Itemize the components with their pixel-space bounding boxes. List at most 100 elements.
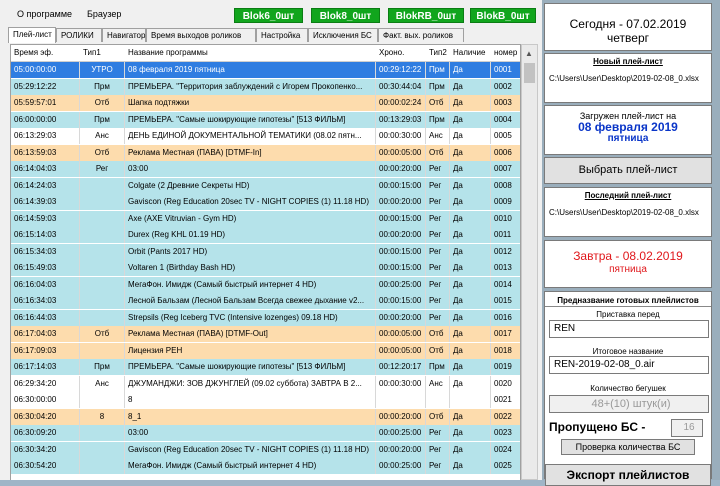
table-row[interactable]: 06:13:59:03 Отб Реклама Местная (ПАВА) [DT…	[11, 144, 520, 161]
table-row[interactable]: 06:30:04:20 8 8_1 00:00:20:00 Отб Да 0022	[11, 408, 520, 425]
col-header-availability[interactable]: Наличие	[450, 45, 491, 61]
blok6-indicator[interactable]: Blok6_0шт	[234, 8, 303, 23]
menu-bar: О программе Браузер Blok6_0шт Blok8_0шт …	[0, 0, 542, 26]
table-row[interactable]: 06:15:14:03 Durex (Reg KHL 01.19 HD) 00:00…	[11, 227, 520, 243]
cell-type1	[80, 458, 125, 474]
cell-number: 0007	[491, 161, 520, 177]
cell-type1	[80, 425, 125, 441]
table-row[interactable]: 06:15:49:03 Voltaren 1 (Birthday Bash HD)…	[11, 260, 520, 276]
playlist-table[interactable]: Время эф. Тип1 Название программы Хроно.…	[10, 44, 521, 480]
table-row[interactable]: 06:30:00:00 8 0021	[11, 392, 520, 408]
blokrb-indicator[interactable]: BlokRB_0шт	[388, 8, 464, 23]
table-row[interactable]: 06:29:34:20 Анс ДЖУМАНДЖИ: ЗОВ ДЖУНГЛЕЙ (0…	[11, 375, 520, 392]
cell-air-time: 06:30:00:00	[11, 392, 80, 408]
cell-type1	[80, 227, 125, 243]
cell-air-time: 06:15:49:03	[11, 260, 80, 276]
cell-title: 03:00	[125, 425, 376, 441]
cell-type2: Рег	[426, 309, 450, 326]
table-row[interactable]: 06:14:39:03 Gaviscon (Reg Education 20sec…	[11, 194, 520, 210]
new-playlist-box: Новый плей-лист C:\Users\User\Desktop\20…	[544, 53, 712, 103]
cell-type1	[80, 441, 125, 458]
cell-availability: Да	[450, 62, 491, 78]
cell-availability: Да	[450, 309, 491, 326]
menu-about[interactable]: О программе	[17, 9, 72, 19]
table-row[interactable]: 06:30:54:20 МегаФон. Имидж (Самый быстрый…	[11, 458, 520, 474]
table-row[interactable]: 06:14:24:03 Colgate (2 Древние Секреты HD…	[11, 177, 520, 194]
cell-number: 0021	[491, 392, 520, 408]
table-row[interactable]: 06:17:14:03 Прм ПРЕМЬЕРА. "Самые шокирующи…	[11, 359, 520, 375]
table-row[interactable]: 05:00:00:00 УТРО 08 февраля 2019 пятница 00…	[11, 62, 520, 78]
prefix-input[interactable]: REN	[549, 320, 709, 338]
col-header-duration[interactable]: Хроно.	[376, 45, 426, 61]
naming-box: Предназвание готовых плейлистов Приставк…	[544, 291, 712, 486]
table-row[interactable]: 06:17:04:03 Отб Реклама Местная (ПАВА) [DT…	[11, 326, 520, 342]
table-row[interactable]: 06:13:29:03 Анс ДЕНЬ ЕДИНОЙ ДОКУМЕНТАЛЬНОЙ…	[11, 128, 520, 144]
tab-settings[interactable]: Настройка	[256, 28, 308, 42]
table-row[interactable]: 06:16:04:03 МегаФон. Имидж (Самый быстрый…	[11, 276, 520, 293]
cell-type2: Рег	[426, 458, 450, 474]
table-row[interactable]: 06:30:09:20 03:00 00:00:25:00 Рег Да 0023	[11, 425, 520, 441]
table-row[interactable]: 06:16:44:03 Strepsils (Reg Iceberg TVC (I…	[11, 309, 520, 326]
cell-air-time: 06:16:34:03	[11, 293, 80, 309]
table-row[interactable]: 06:30:34:20 Gaviscon (Reg Education 20sec…	[11, 441, 520, 458]
col-header-type2[interactable]: Тип2	[426, 45, 450, 61]
tab-clips[interactable]: РОЛИКИ	[56, 28, 102, 42]
cell-duration: 00:00:20:00	[376, 309, 426, 326]
cell-type2: Отб	[426, 144, 450, 161]
scroll-thumb[interactable]	[524, 63, 535, 83]
table-row[interactable]: 05:59:57:01 Отб Шапка подтяжки 00:00:02:24 О…	[11, 95, 520, 111]
cell-type2: Рег	[426, 276, 450, 293]
cell-type2: Рег	[426, 210, 450, 227]
col-header-title[interactable]: Название программы	[125, 45, 376, 61]
cell-availability: Да	[450, 161, 491, 177]
blokb-indicator[interactable]: BlokB_0шт	[470, 8, 536, 23]
cell-title: Durex (Reg KHL 01.19 HD)	[125, 227, 376, 243]
final-name-field[interactable]: REN-2019-02-08_0.air	[549, 356, 709, 374]
cell-type2: Рег	[426, 161, 450, 177]
ticker-count-field: 48+(10) штук(и)	[549, 395, 709, 413]
table-row[interactable]: 06:16:34:03 Лесной Бальзам (Лесной Бальза…	[11, 293, 520, 309]
col-header-number[interactable]: номер	[491, 45, 520, 61]
table-row[interactable]: 06:15:34:03 Orbit (Pants 2017 HD) 00:00:15…	[11, 243, 520, 260]
cell-title: 8	[125, 392, 376, 408]
choose-playlist-button[interactable]: Выбрать плей-лист	[544, 157, 712, 184]
cell-type2: Отб	[426, 95, 450, 111]
menu-browser[interactable]: Браузер	[87, 9, 121, 19]
cell-air-time: 05:59:57:01	[11, 95, 80, 111]
cell-duration: 00:00:20:00	[376, 194, 426, 210]
cell-availability: Да	[450, 359, 491, 375]
cell-air-time: 06:14:59:03	[11, 210, 80, 227]
cell-type2: Рег	[426, 260, 450, 276]
tab-clip-times[interactable]: Время выходов роликов	[146, 28, 256, 42]
cell-title: МегаФон. Имидж (Самый быстрый интернет 4…	[125, 458, 376, 474]
blok8-indicator[interactable]: Blok8_0шт	[311, 8, 380, 23]
check-bs-button[interactable]: Проверка количества БС	[561, 439, 695, 455]
scroll-up-icon[interactable]: ▲	[525, 49, 533, 58]
cell-title: Colgate (2 Древние Секреты HD)	[125, 177, 376, 194]
tab-exclusions[interactable]: Исключения БС	[308, 28, 378, 42]
col-header-type1[interactable]: Тип1	[80, 45, 125, 61]
cell-type2: Рег	[426, 425, 450, 441]
col-header-air-time[interactable]: Время эф.	[11, 45, 80, 61]
tab-actual-clips[interactable]: Факт. вых. роликов	[378, 28, 464, 42]
export-playlists-button[interactable]: Экспорт плейлистов	[545, 464, 711, 486]
cell-type2: Прм	[426, 111, 450, 128]
table-row[interactable]: 06:17:09:03 Лицензия РЕН 00:00:05:00 Отб Да 0…	[11, 342, 520, 359]
table-row[interactable]: 06:00:00:00 Прм ПРЕМЬЕРА. "Самые шокирующи…	[11, 111, 520, 128]
tab-navigator[interactable]: Навигатор	[102, 28, 146, 42]
table-row[interactable]: 06:14:04:03 Рег 03:00 00:00:20:00 Рег Да 0007	[11, 161, 520, 177]
cell-duration: 00:00:30:00	[376, 128, 426, 144]
cell-duration: 00:00:25:00	[376, 458, 426, 474]
tab-playlist[interactable]: Плей-лист	[8, 27, 56, 43]
cell-availability	[450, 392, 491, 408]
loaded-playlist-box: Загружен плей-лист на 08 февраля 2019 пя…	[544, 105, 712, 155]
cell-duration: 00:00:05:00	[376, 144, 426, 161]
cell-number: 0004	[491, 112, 520, 128]
table-scrollbar[interactable]: ▲	[521, 44, 538, 480]
cell-duration: 00:12:20:17	[376, 359, 426, 375]
cell-title: Реклама Местная (ПАВА) [DTMF-Out]	[125, 326, 376, 342]
table-row[interactable]: 06:14:59:03 Axe (AXE Vitruvian - Gym HD) 0…	[11, 210, 520, 227]
table-row[interactable]: 05:29:12:22 Прм ПРЕМЬЕРА. "Территория забл…	[11, 78, 520, 95]
cell-duration: 00:00:05:00	[376, 342, 426, 359]
cell-duration: 00:00:15:00	[376, 293, 426, 309]
